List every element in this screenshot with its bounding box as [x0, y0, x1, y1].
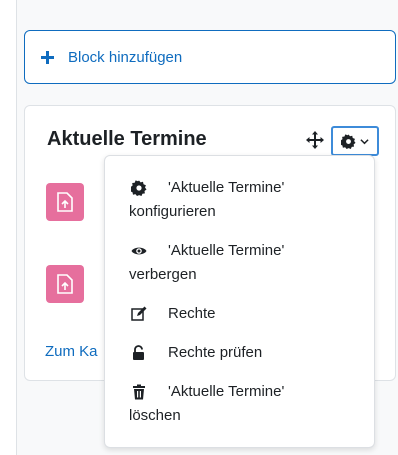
edit-icon — [131, 306, 147, 321]
chevron-down-icon — [360, 138, 369, 144]
menu-item-permissions[interactable]: Rechte — [131, 302, 364, 326]
menu-item-label: 'Aktuelle Termine' — [168, 242, 285, 259]
event-icon — [46, 183, 84, 221]
plus-icon — [41, 50, 54, 64]
trash-icon — [133, 384, 145, 400]
menu-item-check-permissions[interactable]: Rechte prüfen — [133, 341, 364, 365]
eye-icon — [131, 247, 147, 255]
menu-item-delete[interactable]: 'Aktuelle Termine' löschen — [129, 380, 364, 428]
block-actions-toggle[interactable] — [331, 126, 379, 156]
menu-item-label: Rechte — [168, 305, 216, 322]
menu-item-label: löschen — [129, 407, 181, 424]
menu-item-label: verbergen — [129, 266, 197, 283]
menu-item-label: Rechte prüfen — [168, 344, 263, 361]
add-block-label: Block hinzufügen — [68, 48, 183, 66]
menu-item-configure[interactable]: 'Aktuelle Termine' konfigurieren — [129, 176, 364, 224]
file-upload-icon — [57, 274, 73, 294]
move-icon[interactable] — [306, 131, 324, 149]
block-actions-menu: 'Aktuelle Termine' konfigurieren 'Aktuel… — [104, 155, 375, 448]
unlock-icon — [133, 345, 144, 360]
event-icon — [46, 265, 84, 303]
go-to-calendar-link[interactable]: Zum Ka — [45, 343, 98, 360]
add-block-button[interactable]: Block hinzufügen — [24, 30, 396, 84]
block-title: Aktuelle Termine — [47, 128, 207, 150]
menu-item-label: 'Aktuelle Termine' — [168, 383, 285, 400]
file-upload-icon — [57, 192, 73, 212]
menu-item-hide[interactable]: 'Aktuelle Termine' verbergen — [129, 239, 364, 287]
gear-icon — [341, 133, 356, 149]
gear-icon — [131, 180, 147, 196]
menu-item-label: konfigurieren — [129, 203, 216, 220]
menu-item-label: 'Aktuelle Termine' — [168, 179, 285, 196]
